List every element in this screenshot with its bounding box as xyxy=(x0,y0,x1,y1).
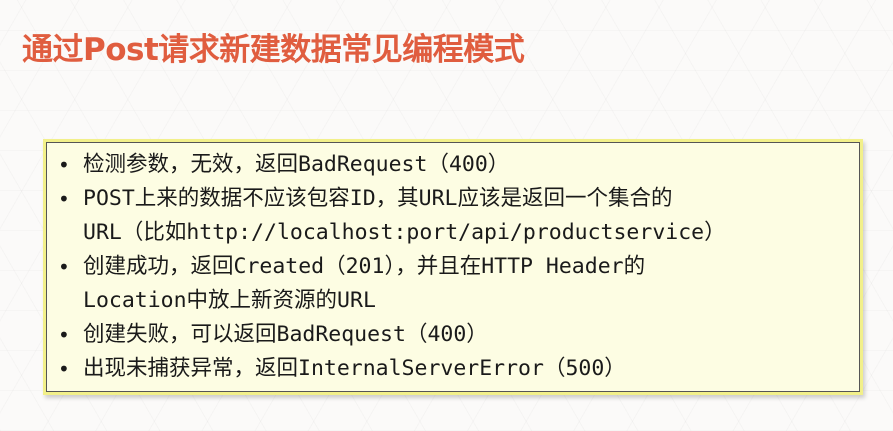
bullet-text: 创建失败，可以返回BadRequest（400） xyxy=(83,322,488,347)
bullet-dot-icon: • xyxy=(58,357,70,381)
bullet-item: • 出现未捕获异常，返回InternalServerError（500） xyxy=(58,352,850,386)
bullet-dot-icon: • xyxy=(58,323,70,347)
bullet-dot-icon: • xyxy=(58,153,70,177)
content-box: • 检测参数，无效，返回BadRequest（400） • POST上来的数据不… xyxy=(43,139,863,395)
bullet-dot-icon: • xyxy=(58,187,70,211)
bullet-dot-icon: • xyxy=(58,255,70,279)
bullet-text: 检测参数，无效，返回BadRequest（400） xyxy=(83,152,510,177)
slide-title: 通过Post请求新建数据常见编程模式 xyxy=(22,32,525,68)
bullet-text: POST上来的数据不应该包容ID，其URL应该是返回一个集合的 URL（比如ht… xyxy=(83,186,726,245)
bullet-item: • 创建失败，可以返回BadRequest（400） xyxy=(58,318,850,352)
bullet-item: • 检测参数，无效，返回BadRequest（400） xyxy=(58,148,850,182)
bullet-list: • 检测参数，无效，返回BadRequest（400） • POST上来的数据不… xyxy=(58,148,850,386)
bullet-text: 出现未捕获异常，返回InternalServerError（500） xyxy=(83,356,626,381)
bullet-item: • POST上来的数据不应该包容ID，其URL应该是返回一个集合的 URL（比如… xyxy=(58,182,850,250)
bullet-text: 创建成功，返回Created（201），并且在HTTP Header的 Loca… xyxy=(83,254,646,313)
bullet-item: • 创建成功，返回Created（201），并且在HTTP Header的 Lo… xyxy=(58,250,850,318)
